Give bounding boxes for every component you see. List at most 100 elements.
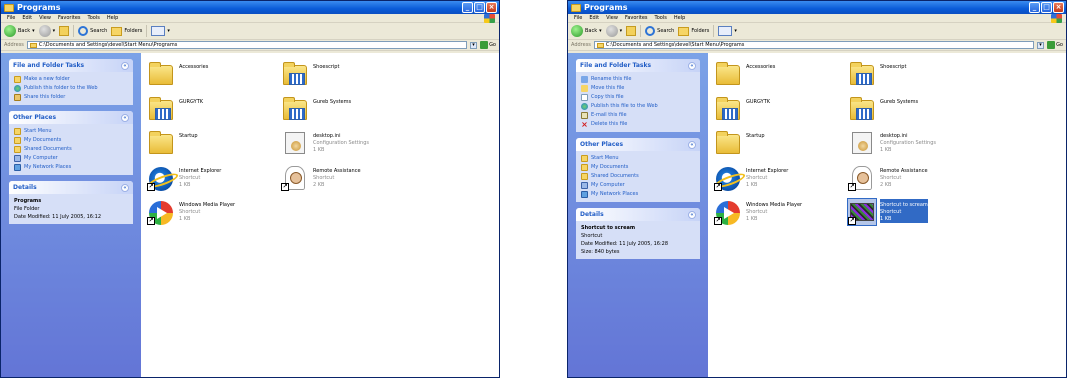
task-label: Make a new folder: [24, 76, 70, 82]
collapse-chevron-icon[interactable]: «: [121, 61, 129, 70]
task-make-new-folder[interactable]: Make a new folder: [14, 76, 128, 83]
go-button[interactable]: Go: [1047, 41, 1063, 49]
collapse-chevron-icon[interactable]: «: [688, 210, 696, 219]
menu-tools[interactable]: Tools: [655, 15, 667, 21]
folder-icon: [581, 155, 588, 162]
globe-icon: [581, 103, 588, 110]
file-item-shortcut-to-scream[interactable]: ↗ Shortcut to scream Shortcut 1 KB: [847, 198, 973, 226]
place-my-computer[interactable]: My Computer: [14, 155, 128, 162]
menu-favorites[interactable]: Favorites: [625, 15, 648, 21]
go-arrow-icon: [1047, 41, 1056, 49]
maximize-button[interactable]: □: [1041, 2, 1052, 13]
file-item-accessories[interactable]: Accessories: [147, 61, 272, 87]
program-folder-icon: [147, 96, 175, 122]
menu-edit[interactable]: Edit: [589, 15, 599, 21]
close-button[interactable]: ×: [486, 2, 497, 13]
collapse-chevron-icon[interactable]: «: [688, 140, 696, 149]
folders-button[interactable]: Folders: [678, 26, 709, 36]
forward-button[interactable]: ▾: [605, 25, 622, 37]
menu-tools[interactable]: Tools: [88, 15, 100, 21]
menu-help[interactable]: Help: [107, 15, 118, 21]
place-start-menu[interactable]: Start Menu: [581, 155, 695, 162]
up-folder-icon[interactable]: [59, 26, 70, 36]
address-dropdown-button[interactable]: ▾: [1037, 41, 1045, 49]
task-publish-web[interactable]: Publish this file to the Web: [581, 103, 695, 110]
file-item-shoescript[interactable]: Shoescript: [848, 61, 973, 87]
file-item-accessories[interactable]: Accessories: [714, 61, 839, 87]
file-item-startup[interactable]: Startup: [714, 130, 839, 156]
shortcut-arrow-icon: ↗: [147, 183, 155, 191]
menu-view[interactable]: View: [39, 15, 51, 21]
file-item-shoescript[interactable]: Shoescript: [281, 61, 406, 87]
task-rename-file[interactable]: Rename this file: [581, 76, 695, 83]
close-button[interactable]: ×: [1053, 2, 1064, 13]
file-item-remote-assistance[interactable]: ↗ Remote Assistance Shortcut 2 KB: [281, 165, 406, 191]
back-button[interactable]: Back ▾: [571, 25, 602, 37]
place-my-network-places[interactable]: My Network Places: [581, 191, 695, 198]
back-button[interactable]: Back ▾: [4, 25, 35, 37]
file-item-gureb-systems[interactable]: Gureb Systems: [848, 96, 973, 122]
menu-help[interactable]: Help: [674, 15, 685, 21]
views-button[interactable]: ▾: [151, 26, 170, 36]
file-item-windows-media-player[interactable]: ↗ Windows Media Player Shortcut 1 KB: [147, 199, 272, 225]
collapse-chevron-icon[interactable]: «: [121, 183, 129, 192]
panel-header[interactable]: Other Places «: [9, 111, 133, 124]
address-input[interactable]: C:\Documents and Settings\devel\Start Me…: [593, 41, 1035, 49]
task-move-file[interactable]: Move this file: [581, 85, 695, 92]
place-shared-documents[interactable]: Shared Documents: [14, 146, 128, 153]
forward-arrow-icon: [38, 25, 51, 37]
place-label: My Computer: [24, 155, 58, 161]
file-item-windows-media-player[interactable]: ↗ Windows Media Player Shortcut 1 KB: [714, 199, 839, 225]
menu-favorites[interactable]: Favorites: [58, 15, 81, 21]
task-publish-web[interactable]: Publish this folder to the Web: [14, 85, 128, 92]
task-email-file[interactable]: E-mail this file: [581, 112, 695, 119]
place-start-menu[interactable]: Start Menu: [14, 128, 128, 135]
file-item-internet-explorer[interactable]: ↗ Internet Explorer Shortcut 1 KB: [714, 165, 839, 191]
minimize-button[interactable]: _: [1029, 2, 1040, 13]
file-item-gurgytk[interactable]: GURGYTK: [147, 96, 272, 122]
panel-header[interactable]: Other Places «: [576, 138, 700, 151]
panel-header[interactable]: Details «: [9, 181, 133, 194]
maximize-button[interactable]: □: [474, 2, 485, 13]
collapse-chevron-icon[interactable]: «: [688, 61, 696, 70]
file-item-startup[interactable]: Startup: [147, 130, 272, 156]
up-folder-icon[interactable]: [626, 26, 637, 36]
task-share-folder[interactable]: Share this folder: [14, 94, 128, 101]
task-label: Delete this file: [591, 121, 628, 127]
task-delete-file[interactable]: × Delete this file: [581, 121, 695, 129]
file-size: 1 KB: [179, 216, 191, 222]
menu-edit[interactable]: Edit: [22, 15, 32, 21]
file-item-remote-assistance[interactable]: ↗ Remote Assistance Shortcut 2 KB: [848, 165, 973, 191]
search-button[interactable]: Search: [645, 26, 674, 36]
place-my-documents[interactable]: My Documents: [14, 137, 128, 144]
file-item-gureb-systems[interactable]: Gureb Systems: [281, 96, 406, 122]
place-my-documents[interactable]: My Documents: [581, 164, 695, 171]
menu-file[interactable]: File: [7, 15, 15, 21]
file-item-gurgytk[interactable]: GURGYTK: [714, 96, 839, 122]
file-item-desktop-ini[interactable]: desktop.ini Configuration Settings 1 KB: [281, 130, 406, 156]
panel-header[interactable]: File and Folder Tasks «: [576, 59, 700, 72]
views-button[interactable]: ▾: [718, 26, 737, 36]
title-bar[interactable]: Programs _ □ ×: [1, 1, 499, 14]
title-bar[interactable]: Programs _ □ ×: [568, 1, 1066, 14]
folders-button[interactable]: Folders: [111, 26, 142, 36]
forward-button[interactable]: ▾: [38, 25, 55, 37]
back-label: Back: [585, 28, 598, 34]
address-input[interactable]: C:\Documents and Settings\devel\Start Me…: [26, 41, 468, 49]
place-shared-documents[interactable]: Shared Documents: [581, 173, 695, 180]
panel-header[interactable]: Details «: [576, 208, 700, 221]
file-item-internet-explorer[interactable]: ↗ Internet Explorer Shortcut 1 KB: [147, 165, 272, 191]
collapse-chevron-icon[interactable]: «: [121, 113, 129, 122]
minimize-button[interactable]: _: [462, 2, 473, 13]
go-button[interactable]: Go: [480, 41, 496, 49]
panel-header[interactable]: File and Folder Tasks «: [9, 59, 133, 72]
search-button[interactable]: Search: [78, 26, 107, 36]
menu-view[interactable]: View: [606, 15, 618, 21]
task-copy-file[interactable]: Copy this file: [581, 94, 695, 101]
email-icon: [581, 112, 588, 119]
menu-file[interactable]: File: [574, 15, 582, 21]
place-my-network-places[interactable]: My Network Places: [14, 164, 128, 171]
place-my-computer[interactable]: My Computer: [581, 182, 695, 189]
file-item-desktop-ini[interactable]: desktop.ini Configuration Settings 1 KB: [848, 130, 973, 156]
address-dropdown-button[interactable]: ▾: [470, 41, 478, 49]
